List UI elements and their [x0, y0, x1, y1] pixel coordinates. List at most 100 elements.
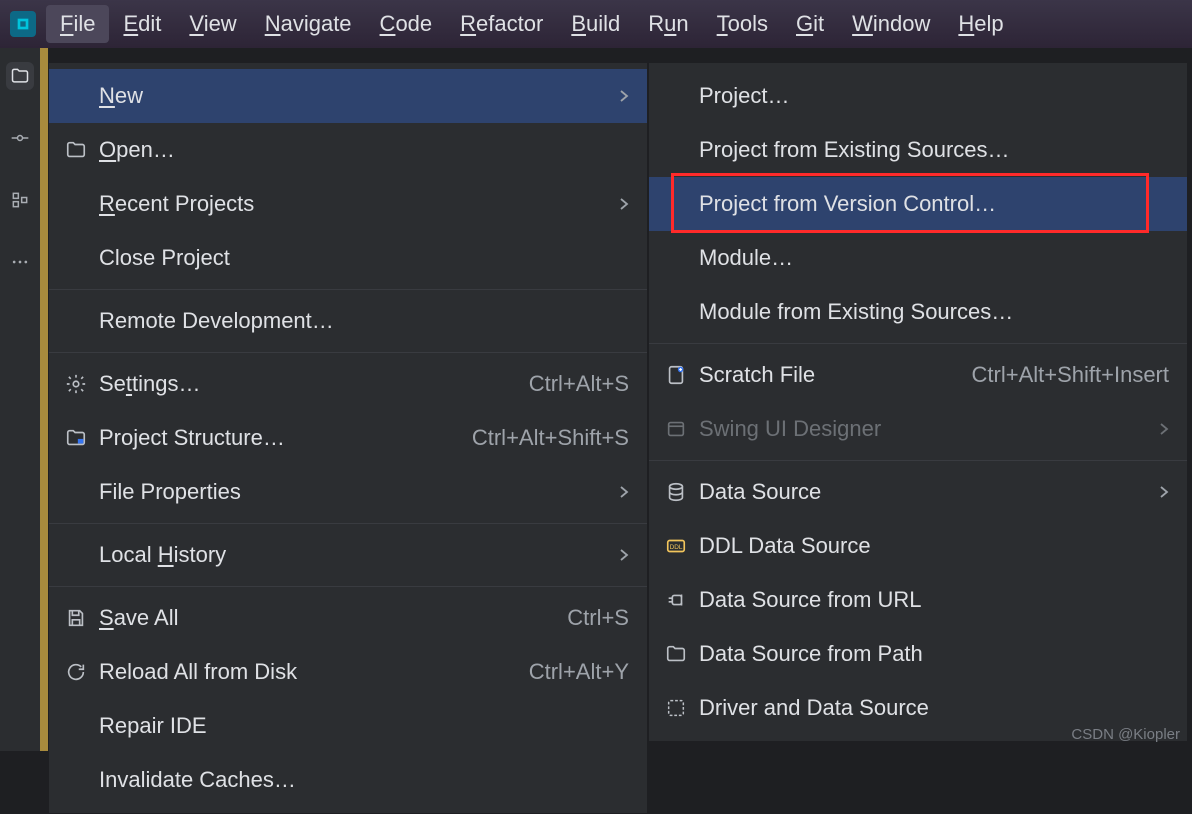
menu-item-label: Recent Projects: [99, 191, 601, 217]
new-submenu-item-module-from-existing-sources[interactable]: Module from Existing Sources…: [649, 285, 1187, 339]
menu-tools[interactable]: Tools: [703, 5, 782, 43]
menu-item-label: DDL Data Source: [699, 533, 1169, 559]
database-icon: [663, 479, 689, 505]
new-submenu-item-project[interactable]: Project…: [649, 69, 1187, 123]
new-submenu-item-scratch-file[interactable]: Scratch File Ctrl+Alt+Shift+Insert: [649, 348, 1187, 402]
menu-edit[interactable]: Edit: [109, 5, 175, 43]
file-menu-dropdown: New Open… Recent Projects Close Project Remo…: [48, 62, 648, 814]
blank-icon: [663, 137, 689, 163]
file-menu-item-reload-all-from-disk[interactable]: Reload All from DiskCtrl+Alt+Y: [49, 645, 647, 699]
file-menu-item-invalidate-caches[interactable]: Invalidate Caches…: [49, 753, 647, 807]
blank-icon: [663, 83, 689, 109]
chevron-right-icon: [619, 191, 629, 217]
menu-item-label: Open…: [99, 137, 629, 163]
blank-icon: [63, 767, 89, 793]
blank-icon: [63, 713, 89, 739]
menu-item-label: Invalidate Caches…: [99, 767, 629, 793]
file-menu-item-remote-development[interactable]: Remote Development…: [49, 294, 647, 348]
menu-navigate[interactable]: Navigate: [251, 5, 366, 43]
file-menu-item-open[interactable]: Open…: [49, 123, 647, 177]
new-submenu-item-data-source-from-url[interactable]: Data Source from URL: [649, 573, 1187, 627]
new-submenu-separator: [649, 460, 1187, 461]
menu-item-label: Driver and Data Source: [699, 695, 1169, 721]
menu-item-label: Remote Development…: [99, 308, 629, 334]
new-submenu-item-ddl-data-source[interactable]: DDL DDL Data Source: [649, 519, 1187, 573]
menu-view[interactable]: View: [175, 5, 250, 43]
menu-refactor[interactable]: Refactor: [446, 5, 557, 43]
menu-window[interactable]: Window: [838, 5, 944, 43]
file-menu-separator: [49, 586, 647, 587]
menu-item-label: Module…: [699, 245, 1169, 271]
reload-icon: [63, 659, 89, 685]
gear-icon: [63, 371, 89, 397]
menu-file[interactable]: File: [46, 5, 109, 43]
scratch-icon: [663, 362, 689, 388]
sidebar-folder-button[interactable]: [6, 62, 34, 90]
new-submenu-item-swing-ui-designer: Swing UI Designer: [649, 402, 1187, 456]
menu-git[interactable]: Git: [782, 5, 838, 43]
menu-build[interactable]: Build: [557, 5, 634, 43]
new-submenu-item-project-from-version-control[interactable]: Project from Version Control…: [649, 177, 1187, 231]
chevron-right-icon: [619, 479, 629, 505]
menu-item-label: Data Source from URL: [699, 587, 1169, 613]
ddl-icon: DDL: [663, 533, 689, 559]
file-menu-item-local-history[interactable]: Local History: [49, 528, 647, 582]
menu-item-label: Swing UI Designer: [699, 416, 1141, 442]
file-menu-item-save-all[interactable]: Save AllCtrl+S: [49, 591, 647, 645]
menu-item-label: Project…: [699, 83, 1169, 109]
blank-icon: [63, 542, 89, 568]
menu-run[interactable]: Run: [634, 5, 702, 43]
menu-item-label: Project Structure…: [99, 425, 462, 451]
app-icon: [10, 11, 36, 37]
watermark-text: CSDN @Kiopler: [1071, 726, 1180, 743]
menu-item-label: Scratch File: [699, 362, 962, 388]
menu-item-label: Repair IDE: [99, 713, 629, 739]
blank-icon: [63, 245, 89, 271]
driver-icon: [663, 695, 689, 721]
menu-help[interactable]: Help: [944, 5, 1017, 43]
menu-item-label: Local History: [99, 542, 601, 568]
shortcut-label: Ctrl+Alt+S: [529, 371, 629, 397]
editor-gutter: [40, 48, 48, 751]
new-submenu-item-module[interactable]: Module…: [649, 231, 1187, 285]
swing-icon: [663, 416, 689, 442]
file-menu-item-file-properties[interactable]: File Properties: [49, 465, 647, 519]
save-icon: [63, 605, 89, 631]
menu-item-label: New: [99, 83, 601, 109]
file-menu-item-settings[interactable]: Settings… Ctrl+Alt+S: [49, 357, 647, 411]
sidebar-structure-button[interactable]: [6, 186, 34, 214]
menu-item-label: Save All: [99, 605, 557, 631]
new-submenu-item-project-from-existing-sources[interactable]: Project from Existing Sources…: [649, 123, 1187, 177]
file-menu-separator: [49, 523, 647, 524]
menu-item-label: Data Source: [699, 479, 1141, 505]
file-menu-item-new[interactable]: New: [49, 69, 647, 123]
menu-item-label: Settings…: [99, 371, 519, 397]
menu-code[interactable]: Code: [366, 5, 447, 43]
folder-icon: [63, 137, 89, 163]
chevron-right-icon: [619, 83, 629, 109]
shortcut-label: Ctrl+Alt+Shift+Insert: [972, 362, 1169, 388]
file-menu-item-repair-ide[interactable]: Repair IDE: [49, 699, 647, 753]
chevron-right-icon: [1159, 416, 1169, 442]
svg-text:DDL: DDL: [670, 544, 683, 551]
blank-icon: [63, 83, 89, 109]
new-submenu-separator: [649, 343, 1187, 344]
menu-item-label: File Properties: [99, 479, 601, 505]
blank-icon: [63, 479, 89, 505]
blank-icon: [63, 308, 89, 334]
sidebar-commit-button[interactable]: [6, 124, 34, 152]
file-menu-item-project-structure[interactable]: Project Structure… Ctrl+Alt+Shift+S: [49, 411, 647, 465]
sidebar-more-button[interactable]: [6, 248, 34, 276]
blank-icon: [63, 191, 89, 217]
new-submenu-item-data-source-from-path[interactable]: Data Source from Path: [649, 627, 1187, 681]
folder-icon: [663, 641, 689, 667]
menu-item-label: Reload All from Disk: [99, 659, 519, 685]
menubar: FileEditViewNavigateCodeRefactorBuildRun…: [0, 0, 1192, 48]
project-structure-icon: [63, 425, 89, 451]
new-submenu-item-data-source[interactable]: Data Source: [649, 465, 1187, 519]
shortcut-label: Ctrl+Alt+Shift+S: [472, 425, 629, 451]
menu-item-label: Data Source from Path: [699, 641, 1169, 667]
blank-icon: [663, 245, 689, 271]
file-menu-item-close-project[interactable]: Close Project: [49, 231, 647, 285]
file-menu-item-recent-projects[interactable]: Recent Projects: [49, 177, 647, 231]
